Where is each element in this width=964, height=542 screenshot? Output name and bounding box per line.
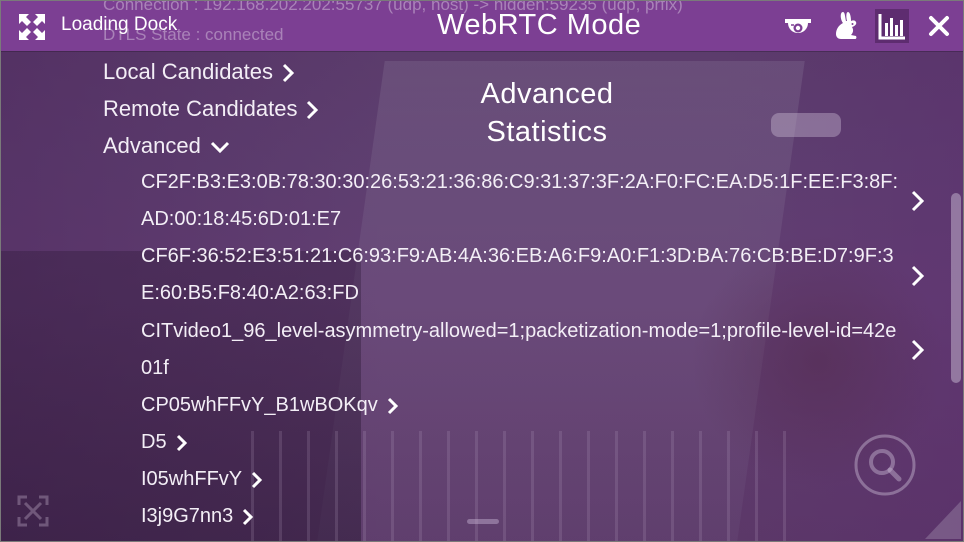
chevron-right-icon [387, 397, 398, 414]
section-label: Advanced [103, 133, 201, 158]
stats-entry-codec[interactable]: CITvideo1_96_level-asymmetry-allowed=1;p… [141, 313, 901, 387]
chevron-right-icon [307, 101, 319, 120]
section-remote-candidates[interactable]: Remote Candidates [103, 96, 319, 122]
statistics-button[interactable] [875, 9, 909, 43]
entry-label: I3j9G7nn3 [141, 505, 234, 527]
section-label: Remote Candidates [103, 96, 298, 121]
scrollbar[interactable] [951, 193, 961, 383]
video-panel: Connection : 192.168.202.202:55737 (udp,… [0, 0, 964, 542]
drag-handle[interactable] [467, 519, 499, 524]
background-gate [251, 431, 811, 541]
camera-dome-icon[interactable] [781, 9, 815, 43]
chevron-down-icon [210, 142, 229, 154]
chevron-right-icon [176, 434, 187, 451]
chevron-right-icon[interactable] [907, 262, 929, 290]
section-local-candidates[interactable]: Local Candidates [103, 59, 295, 85]
background-car [771, 113, 841, 137]
rabbit-icon[interactable] [829, 9, 863, 43]
chevron-right-icon [252, 471, 263, 488]
entry-label: CP05whFFvY_B1wBOKqv [141, 394, 378, 416]
zoom-magnifier-icon[interactable] [853, 433, 917, 497]
section-advanced[interactable]: Advanced [103, 133, 231, 159]
stats-entry-short[interactable]: CP05whFFvY_B1wBOKqv [141, 394, 400, 417]
title-bar[interactable]: Connection : 192.168.202.202:55737 (udp,… [1, 1, 963, 51]
fullscreen-resize-icon[interactable] [15, 493, 51, 529]
stats-entry-short[interactable]: I05whFFvY [141, 468, 264, 491]
stats-entry-short[interactable]: D5 [141, 431, 189, 454]
close-icon[interactable] [925, 12, 953, 40]
stats-entry-fingerprint-2[interactable]: CF6F:36:52:E3:51:21:C6:93:F9:AB:4A:36:EB… [141, 238, 901, 312]
window-title: Loading Dock [61, 14, 178, 35]
entry-label: D5 [141, 431, 167, 453]
statistics-chart-icon [878, 14, 905, 40]
chevron-right-icon[interactable] [907, 187, 929, 215]
mode-title: WebRTC Mode [437, 9, 642, 41]
move-expand-icon[interactable] [17, 12, 47, 42]
stats-entry-short[interactable]: I3j9G7nn3 [141, 505, 255, 528]
chevron-right-icon [243, 508, 254, 525]
chevron-right-icon [282, 64, 295, 83]
chevron-right-icon[interactable] [907, 336, 929, 364]
resize-grip-icon[interactable] [925, 501, 961, 539]
stats-entry-fingerprint-1[interactable]: CF2F:B3:E3:0B:78:30:30:26:53:21:36:86:C9… [141, 164, 901, 238]
stats-title: Advanced Statistics [480, 78, 614, 148]
section-label: Local Candidates [103, 59, 274, 84]
entry-label: I05whFFvY [141, 468, 243, 490]
